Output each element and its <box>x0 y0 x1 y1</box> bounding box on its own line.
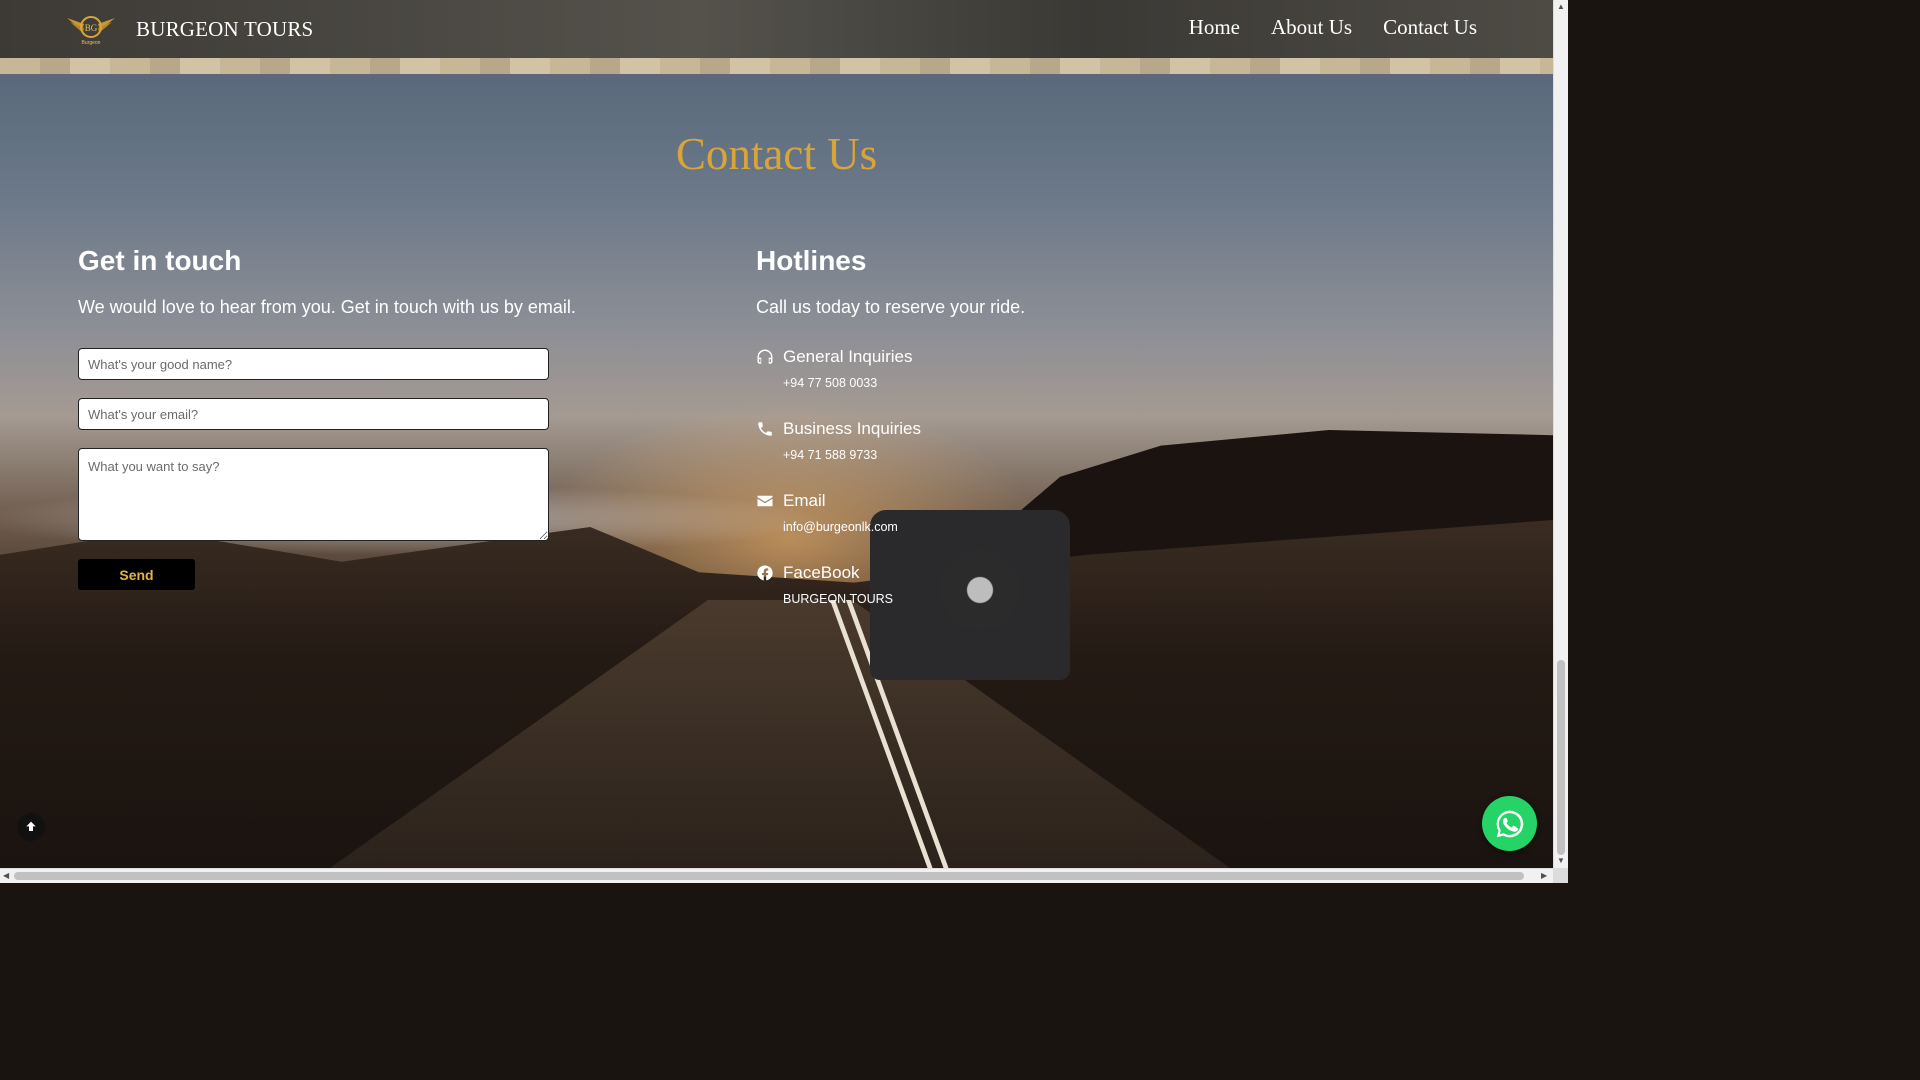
horizontal-scrollbar[interactable]: ◀ ▶ <box>0 868 1553 883</box>
contact-facebook: FaceBook BURGEON TOURS <box>756 563 893 606</box>
nav-contact-us[interactable]: Contact Us <box>1383 15 1477 40</box>
vertical-scrollbar[interactable]: ▲ ▼ <box>1553 0 1568 868</box>
contact-value[interactable]: BURGEON TOURS <box>783 592 893 606</box>
brand-logo-icon[interactable]: BG Burgeon <box>66 12 116 46</box>
background-jeep <box>870 510 1070 680</box>
scroll-left-arrow-icon[interactable]: ◀ <box>3 871 9 880</box>
contact-label: FaceBook <box>783 563 860 582</box>
contact-value[interactable]: +94 71 588 9733 <box>783 448 921 462</box>
message-textarea[interactable] <box>78 448 549 541</box>
contact-business-inquiries: Business Inquiries +94 71 588 9733 <box>756 419 921 462</box>
header-map-strip <box>0 58 1553 74</box>
hotlines-subtitle: Call us today to reserve your ride. <box>756 297 1026 317</box>
headset-icon <box>756 348 774 366</box>
phone-icon <box>756 420 774 438</box>
page-title: Contact Us <box>675 129 878 179</box>
logo-subtext: Burgeon <box>82 40 101 46</box>
nav-home[interactable]: Home <box>1189 15 1240 40</box>
whatsapp-button[interactable] <box>1482 796 1537 851</box>
whatsapp-icon <box>1496 810 1523 837</box>
scroll-right-arrow-icon[interactable]: ▶ <box>1541 871 1547 880</box>
scroll-down-arrow-icon[interactable]: ▼ <box>1557 856 1565 865</box>
brand[interactable]: BG Burgeon BURGEON TOURS <box>66 12 313 46</box>
contact-label: Business Inquiries <box>783 419 921 438</box>
get-in-touch-section: Get in touch We would love to hear from … <box>78 240 678 319</box>
contact-value[interactable]: +94 77 508 0033 <box>783 376 912 390</box>
envelope-icon <box>756 492 774 510</box>
scrollbar-corner <box>1553 868 1568 883</box>
top-navbar: BG Burgeon BURGEON TOURS Home About Us C… <box>0 0 1553 59</box>
scroll-to-top-button[interactable] <box>17 813 45 841</box>
facebook-icon <box>756 564 774 582</box>
horizontal-scrollbar-thumb[interactable] <box>14 872 1524 880</box>
email-input[interactable] <box>78 398 549 430</box>
send-button[interactable]: Send <box>78 559 195 590</box>
contact-general-inquiries: General Inquiries +94 77 508 0033 <box>756 347 912 390</box>
name-input[interactable] <box>78 348 549 380</box>
nav-about-us[interactable]: About Us <box>1271 15 1352 40</box>
contact-label: General Inquiries <box>783 347 913 366</box>
vertical-scrollbar-thumb[interactable] <box>1557 660 1565 855</box>
arrow-up-icon <box>26 821 36 831</box>
scroll-up-arrow-icon[interactable]: ▲ <box>1557 2 1565 11</box>
brand-name[interactable]: BURGEON TOURS <box>136 17 313 42</box>
get-in-touch-subtitle: We would love to hear from you. Get in t… <box>78 297 576 317</box>
jeep-spare-tire <box>940 550 1020 630</box>
logo-text: BG <box>85 23 98 33</box>
hotlines-title: Hotlines <box>756 245 867 276</box>
contact-value[interactable]: info@burgeonlk.com <box>783 520 898 534</box>
contact-email: Email info@burgeonlk.com <box>756 491 898 534</box>
main-nav: Home About Us Contact Us <box>1189 15 1477 40</box>
contact-label: Email <box>783 491 826 510</box>
get-in-touch-title: Get in touch <box>78 245 242 276</box>
hotlines-section: Hotlines Call us today to reserve your r… <box>756 240 1356 319</box>
